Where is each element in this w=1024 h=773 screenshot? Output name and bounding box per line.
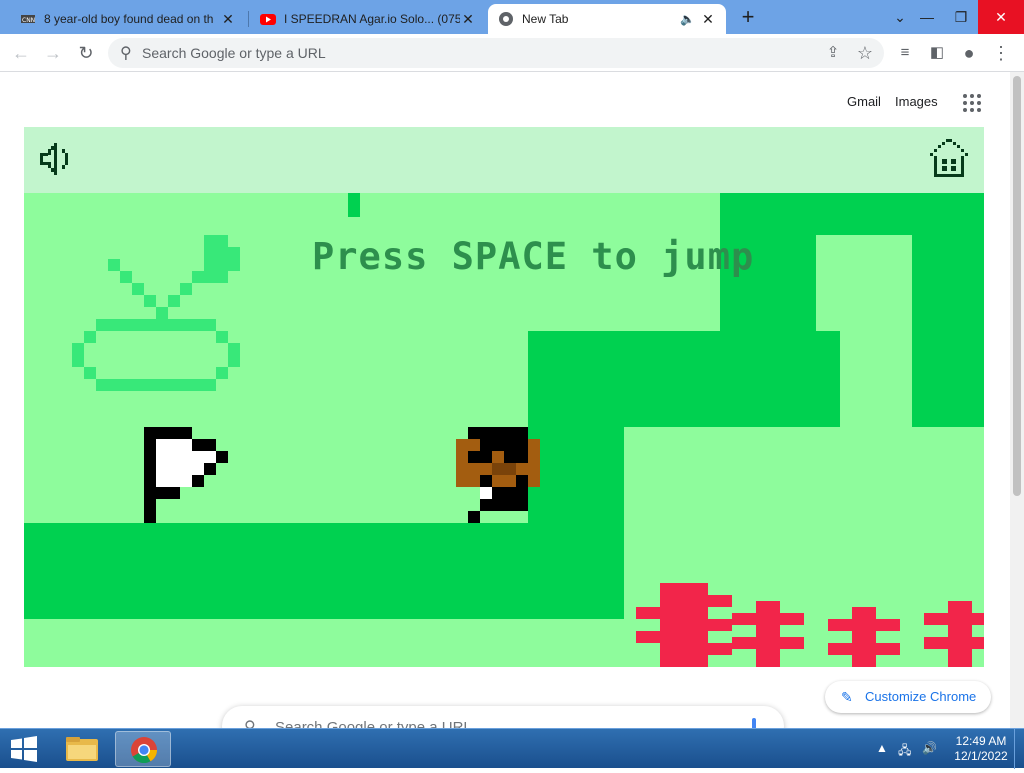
svg-text:CNN: CNN [22, 17, 35, 24]
chrome-icon [499, 12, 513, 26]
scrollbar-thumb[interactable] [1013, 76, 1021, 496]
ceiling-block [348, 193, 360, 217]
checkpoint-flag [144, 427, 228, 523]
show-hidden-icons[interactable]: ▲ [876, 741, 888, 755]
close-tab-icon[interactable]: ✕ [460, 11, 476, 28]
clock-date: 12/1/2022 [954, 749, 1008, 763]
customize-chrome-button[interactable]: ✎ Customize Chrome [825, 681, 991, 713]
minimize-button[interactable]: — [910, 0, 944, 34]
page-scrollbar[interactable] [1010, 72, 1024, 728]
doodle-game[interactable]: Press SPACE to jump [24, 127, 984, 667]
omnibox[interactable]: ⚲ Search Google or type a URL [108, 38, 884, 68]
customize-label: Customize Chrome [865, 689, 977, 704]
windows-taskbar: ▲ 🖧 🔊 12:49 AM 12/1/2022 [0, 728, 1024, 769]
omnibox-placeholder: Search Google or type a URL [142, 45, 326, 61]
windows-start-icon[interactable] [8, 735, 40, 763]
images-link[interactable]: Images [895, 94, 938, 109]
bookmark-star-icon[interactable]: ☆ [854, 42, 876, 64]
pencil-icon: ✎ [841, 689, 853, 705]
search-icon: ⚲ [120, 45, 132, 62]
system-clock[interactable]: 12:49 AM 12/1/2022 [952, 734, 1010, 764]
side-panel-icon[interactable]: ◧ [926, 42, 948, 64]
sound-toggle-icon [40, 143, 68, 175]
folder-icon [66, 737, 98, 761]
news-icon: CNN [21, 15, 35, 24]
tab-strip: CNN 8 year-old boy found dead on th ✕ I … [0, 0, 1024, 34]
speaker-icon[interactable]: 🔈 [680, 12, 700, 26]
clock-time: 12:49 AM [955, 734, 1007, 748]
restore-button[interactable]: ❐ [944, 0, 978, 34]
tab-title: New Tab [522, 12, 569, 26]
new-tab-button[interactable]: + [737, 6, 759, 28]
home-icon [930, 139, 968, 177]
tab-news[interactable]: CNN 8 year-old boy found dead on th ✕ [12, 4, 244, 34]
menu-kebab-icon[interactable]: ⋮ [990, 42, 1012, 64]
tab-youtube[interactable]: I SPEEDRAN Agar.io Solo... (075k ✕ [252, 4, 484, 34]
chrome-icon [131, 737, 158, 764]
forward-icon[interactable]: → [42, 42, 64, 64]
volume-icon[interactable]: 🔊 [922, 741, 937, 755]
media-control-icon[interactable]: ≡ [894, 42, 916, 64]
browser-toolbar: ← → ↻ ⚲ Search Google or type a URL ⇪ ☆ … [0, 34, 1024, 72]
spike [828, 607, 900, 667]
apps-grid-icon[interactable] [963, 94, 981, 112]
spike-row [636, 583, 984, 667]
youtube-icon [260, 14, 276, 25]
game-instruction: Press SPACE to jump [312, 235, 755, 278]
reload-icon[interactable]: ↻ [75, 42, 97, 64]
file-explorer-taskbar-button[interactable] [54, 731, 110, 767]
back-icon[interactable]: ← [10, 42, 32, 64]
spike [924, 601, 984, 667]
show-desktop-button[interactable] [1014, 729, 1024, 769]
tv-decoration [72, 235, 240, 391]
close-tab-icon[interactable]: ✕ [700, 11, 716, 28]
spike [636, 583, 732, 667]
close-window-button[interactable]: ✕ [978, 0, 1024, 34]
player-character [456, 427, 540, 523]
tab-separator [248, 11, 249, 27]
chrome-taskbar-button[interactable] [115, 731, 171, 767]
tab-title: I SPEEDRAN Agar.io Solo... (075k [284, 12, 460, 26]
profile-avatar-icon[interactable]: ● [958, 42, 980, 64]
network-icon[interactable]: 🖧 [898, 741, 911, 762]
close-tab-icon[interactable]: ✕ [220, 11, 236, 28]
gmail-link[interactable]: Gmail [847, 94, 881, 109]
game-canvas [24, 139, 984, 667]
spike [732, 601, 804, 667]
share-icon[interactable]: ⇪ [822, 42, 844, 64]
tab-new-tab[interactable]: New Tab 🔈 ✕ [488, 4, 726, 34]
tab-title: 8 year-old boy found dead on th [44, 12, 214, 26]
